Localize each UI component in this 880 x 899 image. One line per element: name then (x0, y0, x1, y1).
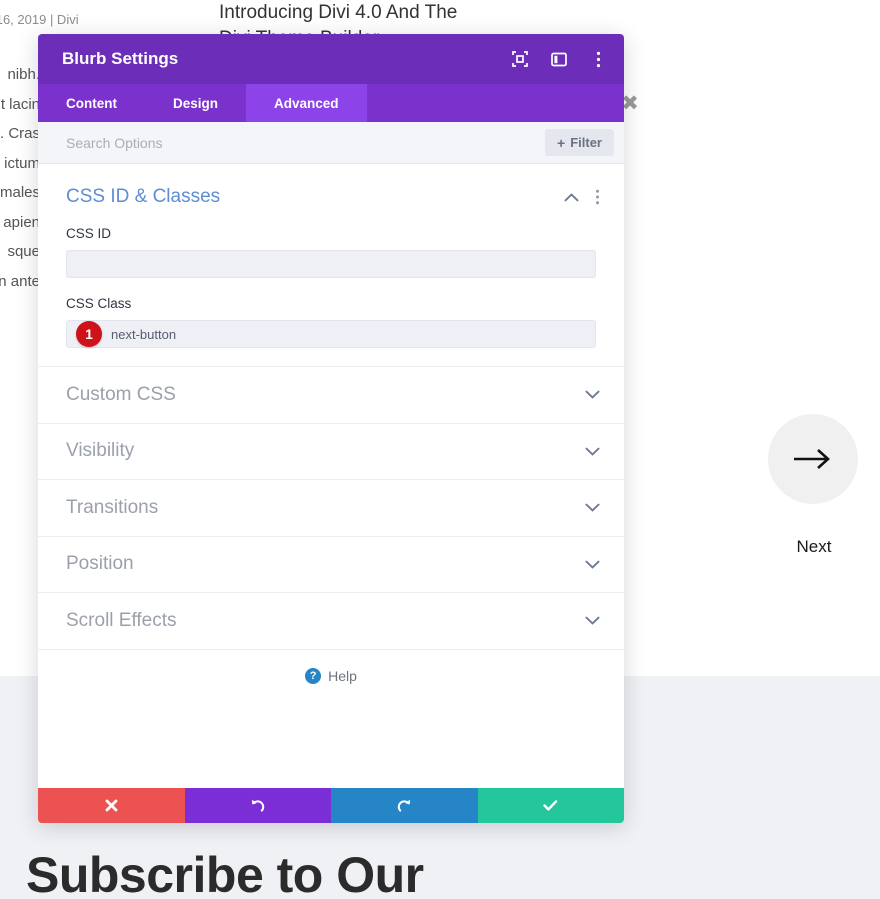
modal-header: Blurb Settings (38, 34, 624, 84)
undo-icon (251, 799, 264, 812)
tab-content[interactable]: Content (38, 84, 145, 122)
modal-footer (38, 788, 624, 823)
body-line: t lacin (0, 95, 40, 113)
body-line: ictum (4, 154, 40, 172)
body-line: sque (7, 243, 40, 260)
body-line: males (0, 184, 40, 201)
chevron-down-icon[interactable] (585, 560, 600, 569)
help-icon[interactable]: ? (305, 667, 322, 684)
filter-button-label: Filter (570, 135, 602, 150)
page-root: ct 16, 2019 | Divi Introducing Divi 4.0 … (0, 0, 880, 899)
tab-design[interactable]: Design (145, 84, 246, 122)
group-title: CSS ID & Classes (66, 186, 221, 207)
check-icon (543, 800, 558, 811)
body-line: n ante (0, 272, 40, 290)
redo-icon (398, 799, 411, 812)
css-class-input[interactable] (66, 320, 596, 348)
help-label: Help (328, 667, 357, 684)
css-id-input[interactable] (66, 250, 596, 278)
chevron-down-icon[interactable] (585, 447, 600, 456)
plus-icon: + (557, 134, 566, 151)
chevron-up-icon[interactable] (564, 192, 579, 202)
group-scroll-effects[interactable]: Scroll Effects (38, 593, 624, 650)
body-line: nibh. (7, 66, 40, 83)
subscribe-heading: Subscribe to Our (26, 847, 424, 899)
group-position[interactable]: Position (38, 537, 624, 593)
tab-advanced[interactable]: Advanced (246, 84, 367, 122)
save-button[interactable] (477, 788, 624, 823)
discard-button[interactable] (38, 788, 185, 823)
post-body-text: nibh. t lacin . Cras ictum males apien s… (0, 60, 40, 296)
blurb-settings-modal: Blurb Settings Content Design Advanced S… (38, 34, 624, 823)
filter-button[interactable]: + Filter (545, 129, 614, 156)
group-title: Transitions (66, 496, 159, 518)
layout-panel-icon[interactable] (549, 49, 569, 69)
more-vertical-icon[interactable] (595, 189, 600, 205)
group-header[interactable]: CSS ID & Classes (38, 164, 624, 208)
body-line: . Cras (0, 125, 40, 142)
field-css-class: CSS Class 1 (38, 278, 624, 348)
post-meta: ct 16, 2019 | Divi (0, 12, 79, 27)
next-blurb-module[interactable]: Next (768, 414, 860, 557)
group-title: Visibility (66, 440, 135, 462)
group-css-id-classes: CSS ID & Classes CSS ID CSS Class 1 next… (38, 164, 624, 367)
more-vertical-icon[interactable] (588, 49, 608, 69)
modal-title: Blurb Settings (62, 49, 179, 68)
modal-tabs: Content Design Advanced (38, 84, 624, 122)
undo-button[interactable] (184, 788, 331, 823)
group-title: Position (66, 553, 134, 575)
group-title: Scroll Effects (66, 609, 177, 631)
group-header-actions (564, 189, 600, 205)
field-label: CSS ID (66, 226, 112, 241)
css-class-input-wrap: 1 (66, 320, 596, 348)
modal-header-actions (510, 49, 608, 69)
body-line: apien (3, 213, 40, 231)
group-visibility[interactable]: Visibility (38, 424, 624, 480)
field-label: CSS Class (66, 296, 132, 311)
fullscreen-icon[interactable] (510, 49, 530, 69)
field-css-id: CSS ID (38, 208, 624, 278)
next-label: Next (796, 537, 832, 556)
search-input[interactable] (66, 134, 546, 151)
group-title: Custom CSS (66, 383, 176, 405)
chevron-down-icon[interactable] (585, 503, 600, 512)
chevron-down-icon[interactable] (585, 390, 600, 399)
arrow-right-icon (794, 449, 830, 469)
group-custom-css[interactable]: Custom CSS (38, 367, 624, 424)
close-icon (105, 799, 118, 812)
redo-button[interactable] (331, 788, 478, 823)
help-link[interactable]: ? Help (38, 650, 624, 684)
search-options-bar: + Filter (38, 122, 624, 164)
group-transitions[interactable]: Transitions (38, 480, 624, 537)
next-icon-circle[interactable] (768, 414, 858, 504)
chevron-down-icon[interactable] (585, 616, 600, 625)
step-badge-1: 1 (76, 321, 102, 347)
modal-body: CSS ID & Classes CSS ID CSS Class 1 next… (38, 164, 624, 788)
